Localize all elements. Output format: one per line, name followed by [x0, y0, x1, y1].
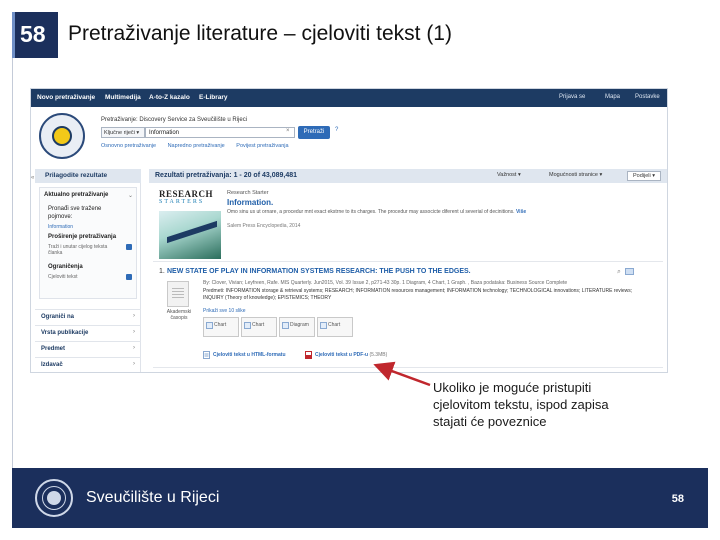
search-history-link[interactable]: Povijest pretraživanja: [236, 143, 288, 149]
expander-option: Traži i unutar cijelog teksta članka: [48, 244, 108, 256]
slide-title: Pretraživanje literature – cjeloviti tek…: [68, 22, 452, 45]
refine-sidebar: Prilagodite rezultate Aktualno pretraživ…: [35, 169, 141, 372]
expander-checkbox[interactable]: [126, 244, 132, 250]
university-logo: [39, 113, 85, 159]
limit-to-row[interactable]: Ograniči na ›: [35, 309, 141, 323]
nav-sign-in[interactable]: Prijava se: [559, 94, 585, 100]
publication-type-label: Vrsta publikacije: [41, 330, 89, 336]
expanders-label: Proširenje pretraživanja: [48, 234, 117, 240]
refine-results-header[interactable]: Prilagodite rezultate: [35, 169, 141, 183]
limiters-label: Ograničenja: [48, 264, 83, 270]
search-links: Osnovno pretraživanje Napredno pretraživ…: [101, 143, 299, 149]
result-actions: ⌕: [617, 268, 634, 276]
nav-e-library[interactable]: E-Library: [199, 94, 228, 101]
limiter-option: Cjeloviti tekst: [48, 274, 78, 280]
result-subjects: Predmeti: INFORMATION storage & retrieva…: [203, 288, 633, 301]
results-header: Rezultati pretraživanja: 1 - 20 of 43,08…: [149, 169, 667, 183]
chevron-right-icon: ›: [133, 329, 135, 335]
slide-number: 58: [20, 21, 46, 47]
chevron-down-icon[interactable]: ⌄: [128, 192, 133, 199]
nav-folder[interactable]: Mapa: [605, 94, 620, 100]
research-starter-tag: Research Starter: [227, 190, 269, 196]
nav-a-to-z[interactable]: A-to-Z kazalo: [149, 94, 190, 101]
chevron-right-icon: ›: [133, 361, 135, 367]
advanced-search-link[interactable]: Napredno pretraživanje: [168, 143, 225, 149]
document-type-icon: [167, 281, 189, 307]
preview-icon[interactable]: ⌕: [617, 268, 621, 275]
chevron-right-icon: ›: [133, 345, 135, 351]
nav-preferences[interactable]: Postavke: [635, 94, 660, 100]
university-name: Sveučilište u Rijeci: [86, 489, 220, 506]
subject-row[interactable]: Predmet ›: [35, 341, 141, 355]
pdf-icon: [305, 351, 312, 359]
research-starter-more-link[interactable]: Više: [516, 209, 526, 215]
limiter-checkbox[interactable]: [126, 274, 132, 280]
share-button[interactable]: Podijeli ▾: [627, 171, 661, 181]
current-search-label: Aktualno pretraživanje: [44, 192, 109, 198]
image-thumbnail[interactable]: Chart: [241, 317, 277, 337]
university-seal-icon: [35, 479, 73, 517]
show-images-link[interactable]: Prikaži sve 10 slike: [203, 308, 246, 314]
footer-bar: Sveučilište u Rijeci 58: [12, 468, 708, 528]
image-thumbnail[interactable]: Chart: [203, 317, 239, 337]
find-all-terms-label: Pronađi sve tražene pojmove:: [48, 206, 102, 220]
research-starters-logo: RESEARCH STARTERS: [159, 189, 214, 205]
research-starter-image: [159, 211, 221, 259]
research-starter-source: Salem Press Encyclopedia, 2014: [227, 223, 301, 229]
nav-new-search[interactable]: Novo pretraživanje: [37, 94, 95, 101]
result-divider: [153, 261, 663, 262]
nav-multimedia[interactable]: Multimedija: [105, 94, 141, 101]
search-title: Pretraživanje: Discovery Service za Sveu…: [101, 117, 248, 123]
search-field-select[interactable]: Ključne riječi ▾: [101, 127, 145, 138]
image-thumbnail[interactable]: Chart: [317, 317, 353, 337]
callout-text: Ukoliko je moguće pristupiti cjelovitom …: [433, 380, 609, 429]
html-document-icon: [203, 351, 210, 359]
result-number: 1.: [159, 268, 165, 275]
page-options-select[interactable]: Mogućnosti stranice ▾: [549, 172, 602, 178]
html-fulltext-link[interactable]: Cjeloviti tekst u HTML-formatu: [213, 352, 286, 358]
subject-label: Predmet: [41, 346, 66, 352]
pdf-fulltext-link[interactable]: Cjeloviti tekst u PDF-u (5.3MB): [315, 352, 387, 358]
publication-type-row[interactable]: Vrsta publikacije ›: [35, 325, 141, 339]
sort-relevance-select[interactable]: Važnost ▾: [497, 172, 521, 178]
result-divider: [153, 367, 663, 368]
top-navigation: Novo pretraživanje Multimedija A-to-Z ka…: [31, 89, 667, 107]
clear-icon[interactable]: ×: [286, 128, 290, 134]
limit-to-label: Ograniči na: [41, 314, 75, 320]
publisher-row[interactable]: Izdavač ›: [35, 357, 141, 371]
footer-page-number: 58: [671, 493, 684, 505]
results-count: Rezultati pretraživanja: 1 - 20 of 43,08…: [155, 172, 298, 179]
help-icon[interactable]: ?: [335, 127, 338, 133]
search-term-link[interactable]: Information: [48, 224, 73, 230]
left-divider: [12, 58, 13, 468]
chevron-right-icon: ›: [133, 313, 135, 319]
image-thumbnail[interactable]: Diagram: [279, 317, 315, 337]
result-citation: By: Clover, Vivian; Leyfreen, Rafe. MIS …: [203, 280, 568, 286]
search-button[interactable]: Pretraži: [298, 126, 330, 139]
search-input[interactable]: Information: [145, 127, 295, 138]
result-title-link[interactable]: NEW STATE OF PLAY IN INFORMATION SYSTEMS…: [167, 268, 471, 275]
research-starter-description: Omo sinu us ut ornare, a procedur mnt ex…: [227, 209, 527, 215]
add-to-folder-icon[interactable]: [624, 268, 634, 275]
current-search-box: Aktualno pretraživanje ⌄ Pronađi sve tra…: [39, 187, 137, 299]
collapse-sidebar-icon[interactable]: «: [31, 175, 34, 181]
pdf-size: (5.3MB): [369, 352, 388, 358]
ebsco-screenshot: Novo pretraživanje Multimedija A-to-Z ka…: [30, 88, 668, 373]
research-starter-heading[interactable]: Information.: [227, 198, 273, 207]
slide-number-box: 58: [12, 12, 58, 58]
basic-search-link[interactable]: Osnovno pretraživanje: [101, 143, 156, 149]
publisher-label: Izdavač: [41, 362, 63, 368]
document-type-label: Akademski časopis: [166, 309, 192, 321]
